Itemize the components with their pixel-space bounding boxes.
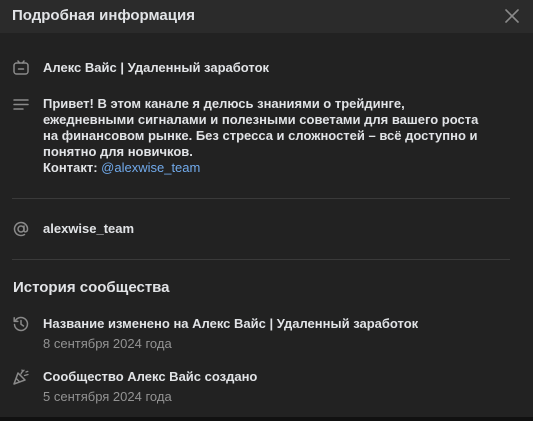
history-event-date: 8 сентября 2024 года xyxy=(43,336,172,351)
text-lines-icon xyxy=(12,96,30,114)
history-title: История сообщества xyxy=(13,279,170,296)
history-event-text: Название изменено на Алекс Вайс | Удален… xyxy=(43,316,419,331)
community-description: Привет! В этом канале я делюсь знаниями … xyxy=(43,96,479,159)
community-info-dialog: Подробная информация Алекс Вайс | Удален… xyxy=(0,0,533,417)
at-sign-icon xyxy=(12,220,30,238)
channel-icon xyxy=(12,59,30,77)
divider xyxy=(12,198,510,199)
close-button[interactable] xyxy=(503,7,521,25)
history-event-date: 5 сентября 2024 года xyxy=(43,389,172,404)
community-name: Алекс Вайс | Удаленный заработок xyxy=(43,60,270,75)
history-icon xyxy=(12,315,30,333)
history-event-text: Сообщество Алекс Вайс создано xyxy=(43,369,258,384)
dialog-title: Подробная информация xyxy=(12,7,195,24)
contact-row: Контакт: @alexwise_team xyxy=(43,160,200,176)
dialog-header: Подробная информация xyxy=(0,0,533,33)
close-icon xyxy=(505,9,519,23)
contact-label: Контакт: xyxy=(43,160,98,175)
contact-link[interactable]: @alexwise_team xyxy=(101,160,200,175)
party-popper-icon xyxy=(12,368,30,386)
community-address: alexwise_team xyxy=(43,221,135,236)
divider xyxy=(12,259,510,260)
